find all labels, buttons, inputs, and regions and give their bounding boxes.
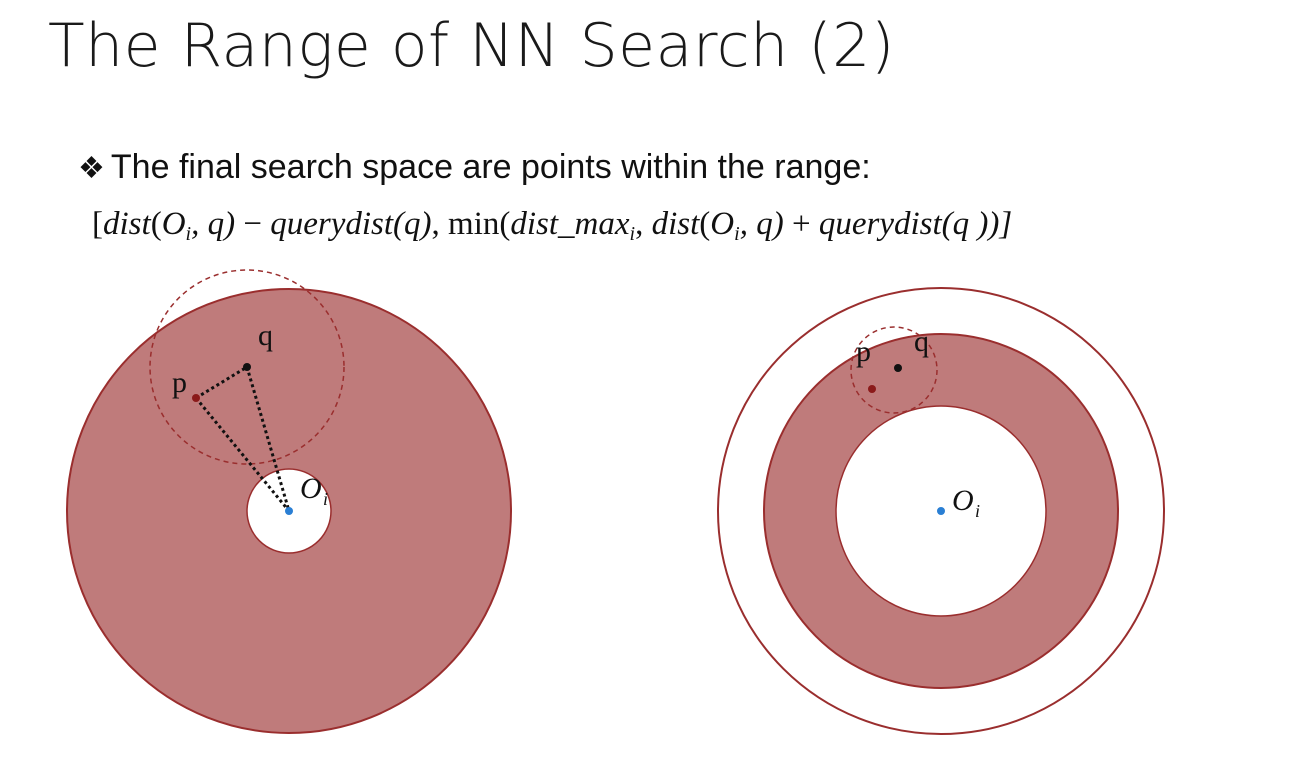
right-label-p: p	[856, 335, 871, 368]
left-label-O: O	[300, 472, 322, 505]
left-label-i: i	[323, 489, 328, 509]
right-p-point	[868, 385, 876, 393]
right-label-O: O	[952, 484, 974, 517]
right-center-point	[937, 507, 945, 515]
diagram-canvas: q p O i q p O i	[66, 269, 1165, 735]
left-label-q: q	[258, 319, 273, 352]
left-p-point	[192, 394, 200, 402]
left-center-point	[285, 507, 293, 515]
right-q-point	[894, 364, 902, 372]
right-label-i: i	[975, 501, 980, 521]
left-q-point	[243, 363, 251, 371]
left-diagram: q p O i	[66, 269, 512, 734]
right-diagram: q p O i	[717, 287, 1165, 735]
left-label-p: p	[172, 366, 187, 399]
right-label-q: q	[914, 325, 929, 358]
